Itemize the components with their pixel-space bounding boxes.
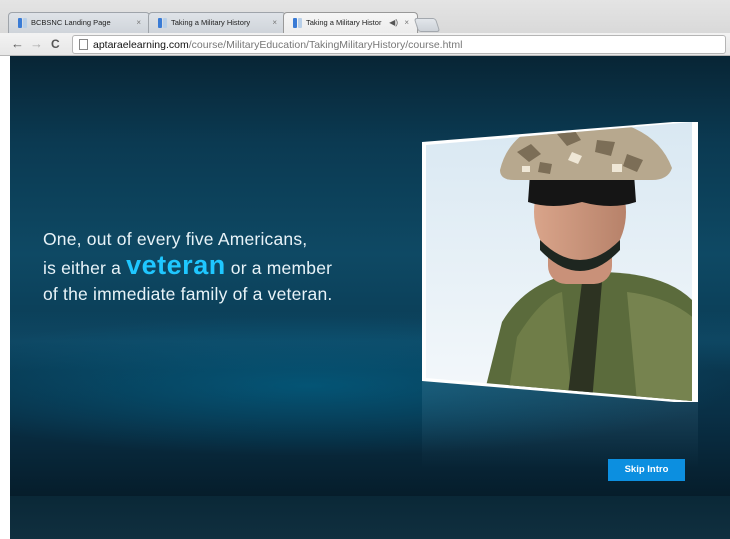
intro-line-3: of the immediate family of a veteran.: [43, 284, 333, 304]
intro-line-2: is either a veteran or a member: [43, 252, 332, 281]
tab-label: Taking a Military Histor: [306, 18, 382, 27]
tab-taking-military-history-active[interactable]: Taking a Military Histor ◀) ×: [283, 12, 418, 33]
url-domain: aptaraelearning.com: [93, 39, 189, 51]
url-text: aptaraelearning.com/course/MilitaryEduca…: [93, 38, 462, 52]
new-tab-button[interactable]: [413, 18, 441, 32]
course-slide: One, out of every five Americans, is eit…: [10, 56, 730, 496]
address-bar[interactable]: aptaraelearning.com/course/MilitaryEduca…: [72, 35, 726, 54]
back-arrow-icon[interactable]: ←: [11, 36, 24, 52]
favicon-icon: [163, 18, 167, 28]
tab-close-icon[interactable]: ×: [404, 13, 409, 33]
favicon-icon: [158, 18, 162, 28]
reload-icon[interactable]: C: [51, 36, 60, 52]
favicon-icon: [298, 18, 302, 28]
veteran-highlight: veteran: [126, 250, 226, 280]
forward-arrow-icon[interactable]: →: [30, 36, 43, 52]
player-bottom-bar: [10, 496, 730, 539]
page-icon: [79, 39, 88, 50]
skip-intro-button[interactable]: Skip Intro: [608, 459, 685, 481]
favicon-icon: [23, 18, 27, 28]
tab-bcbsnc-landing-page[interactable]: BCBSNC Landing Page ×: [8, 12, 150, 33]
browser-toolbar: ← → C aptaraelearning.com/course/Militar…: [0, 33, 730, 56]
favicon-icon: [293, 18, 297, 28]
tab-close-icon[interactable]: ×: [272, 13, 277, 33]
tab-taking-military-history[interactable]: Taking a Military History ×: [148, 12, 286, 33]
favicon-icon: [18, 18, 22, 28]
soldier-photo: [422, 122, 698, 402]
browser-chrome: BCBSNC Landing Page × Taking a Military …: [0, 0, 730, 56]
tab-label: BCBSNC Landing Page: [31, 18, 111, 27]
url-path: /course/MilitaryEducation/TakingMilitary…: [188, 39, 463, 51]
audio-playing-icon[interactable]: ◀): [389, 13, 398, 33]
intro-statement: One, out of every five Americans, is eit…: [43, 226, 332, 307]
tab-close-icon[interactable]: ×: [136, 13, 141, 33]
intro-line-2-suffix: or a member: [225, 258, 333, 278]
tab-strip: BCBSNC Landing Page × Taking a Military …: [0, 0, 730, 33]
tab-label: Taking a Military History: [171, 18, 251, 27]
intro-line-2-prefix: is either a: [43, 258, 127, 278]
intro-line-1: One, out of every five Americans,: [43, 229, 308, 249]
